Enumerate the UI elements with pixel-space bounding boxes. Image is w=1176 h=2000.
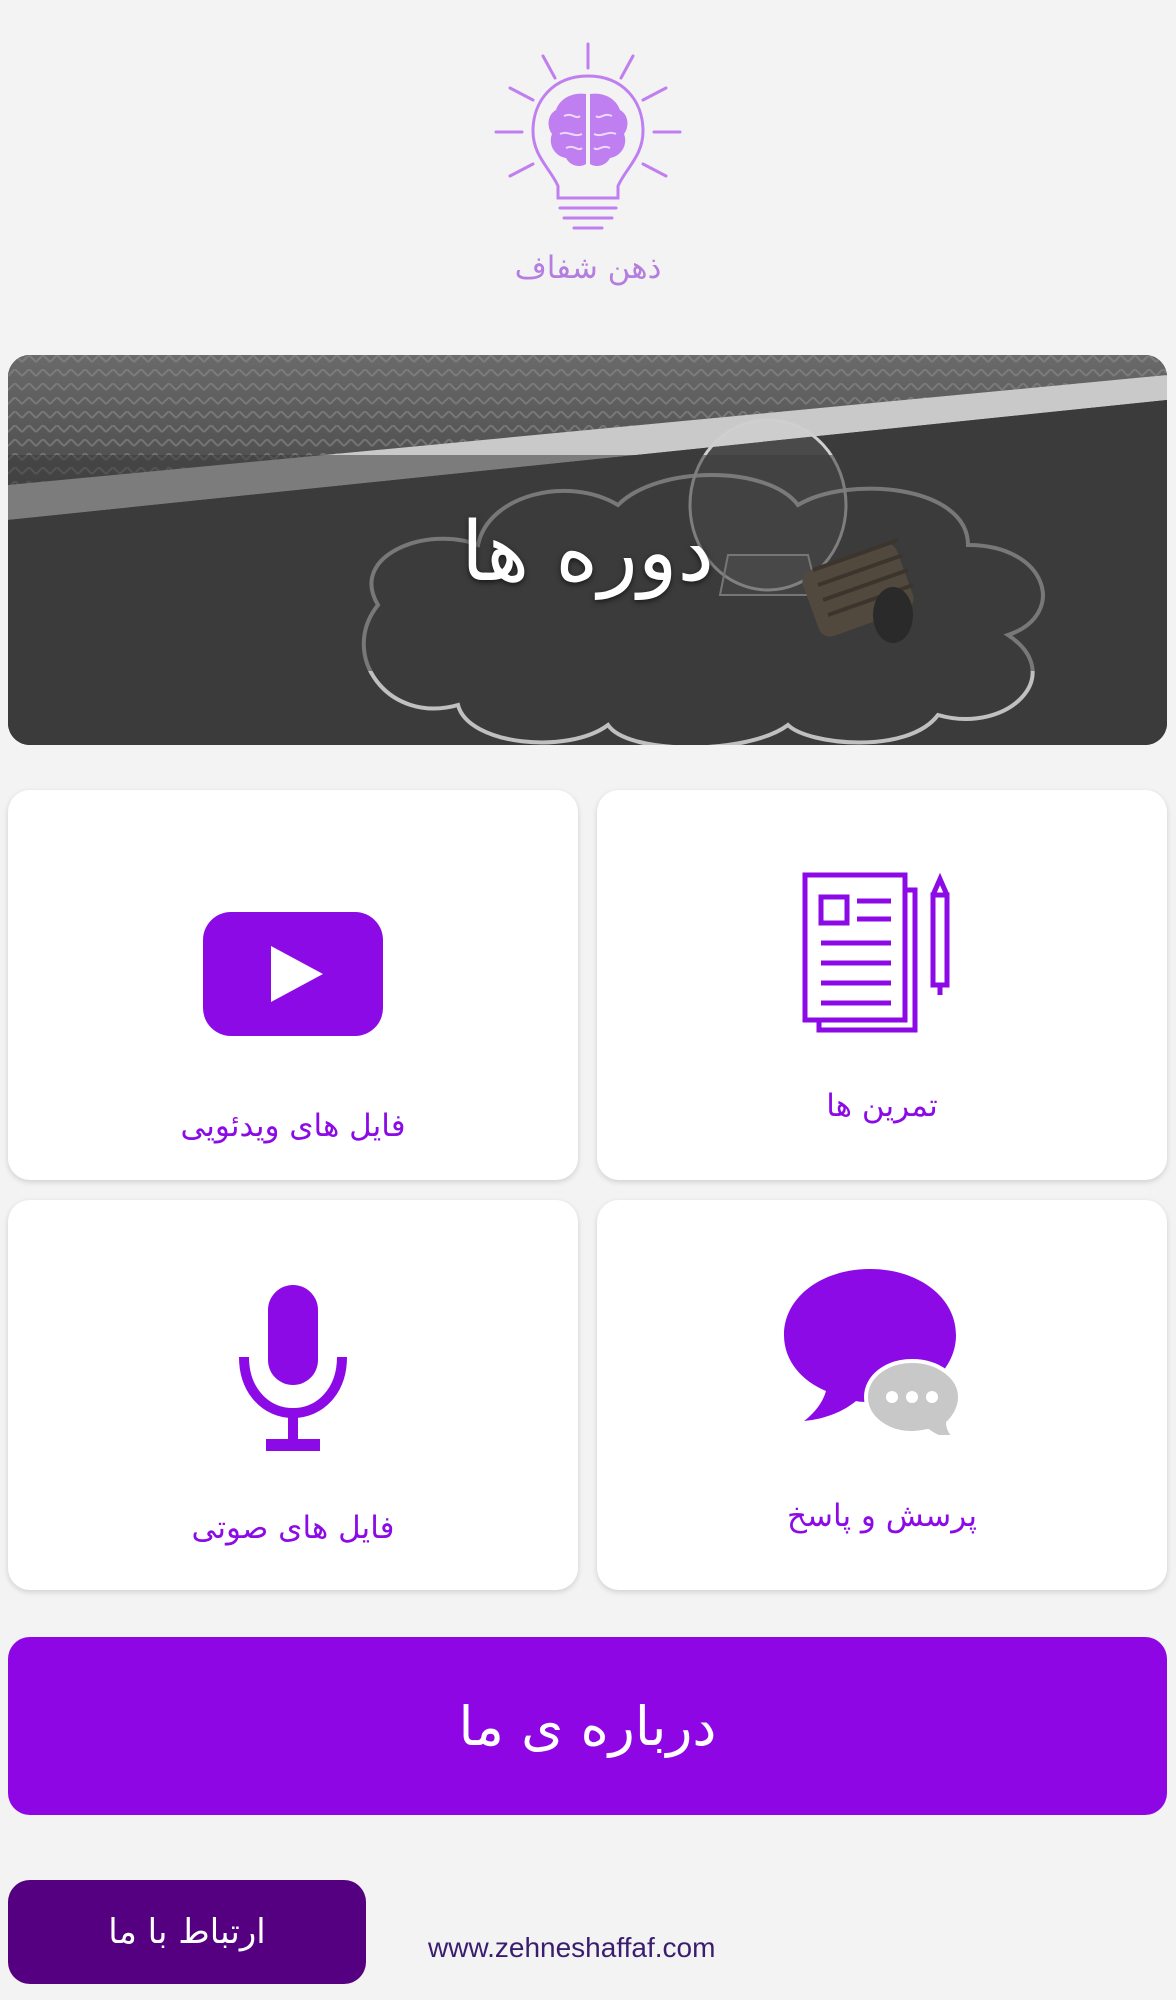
audio-label: فایل های صوتی	[191, 1510, 395, 1546]
chat-bubbles-icon	[784, 1269, 963, 1435]
banner-title: دوره ها	[461, 505, 714, 600]
video-play-icon	[203, 912, 383, 1036]
videos-card[interactable]: فایل های ویدئویی	[8, 790, 578, 1180]
website-link[interactable]: www.zehneshaffaf.com	[428, 1932, 715, 1964]
contact-us-button[interactable]: ارتباط با ما	[8, 1880, 366, 1984]
microphone-icon	[239, 1285, 347, 1451]
header-logo-area: ذهن شفاف	[0, 0, 1176, 330]
videos-label: فایل های ویدئویی	[180, 1108, 406, 1144]
qa-card[interactable]: پرسش و پاسخ	[597, 1200, 1167, 1590]
courses-banner[interactable]: دوره ها	[8, 355, 1167, 745]
brain-lightbulb-icon	[494, 42, 682, 230]
brand-name: ذهن شفاف	[514, 250, 662, 286]
qa-label: پرسش و پاسخ	[787, 1498, 977, 1534]
exercises-label: تمرین ها	[826, 1088, 938, 1124]
exercises-card[interactable]: تمرین ها	[597, 790, 1167, 1180]
document-pen-icon	[802, 872, 950, 1033]
audio-card[interactable]: فایل های صوتی	[8, 1200, 578, 1590]
about-us-button[interactable]: درباره ی ما	[8, 1637, 1167, 1815]
